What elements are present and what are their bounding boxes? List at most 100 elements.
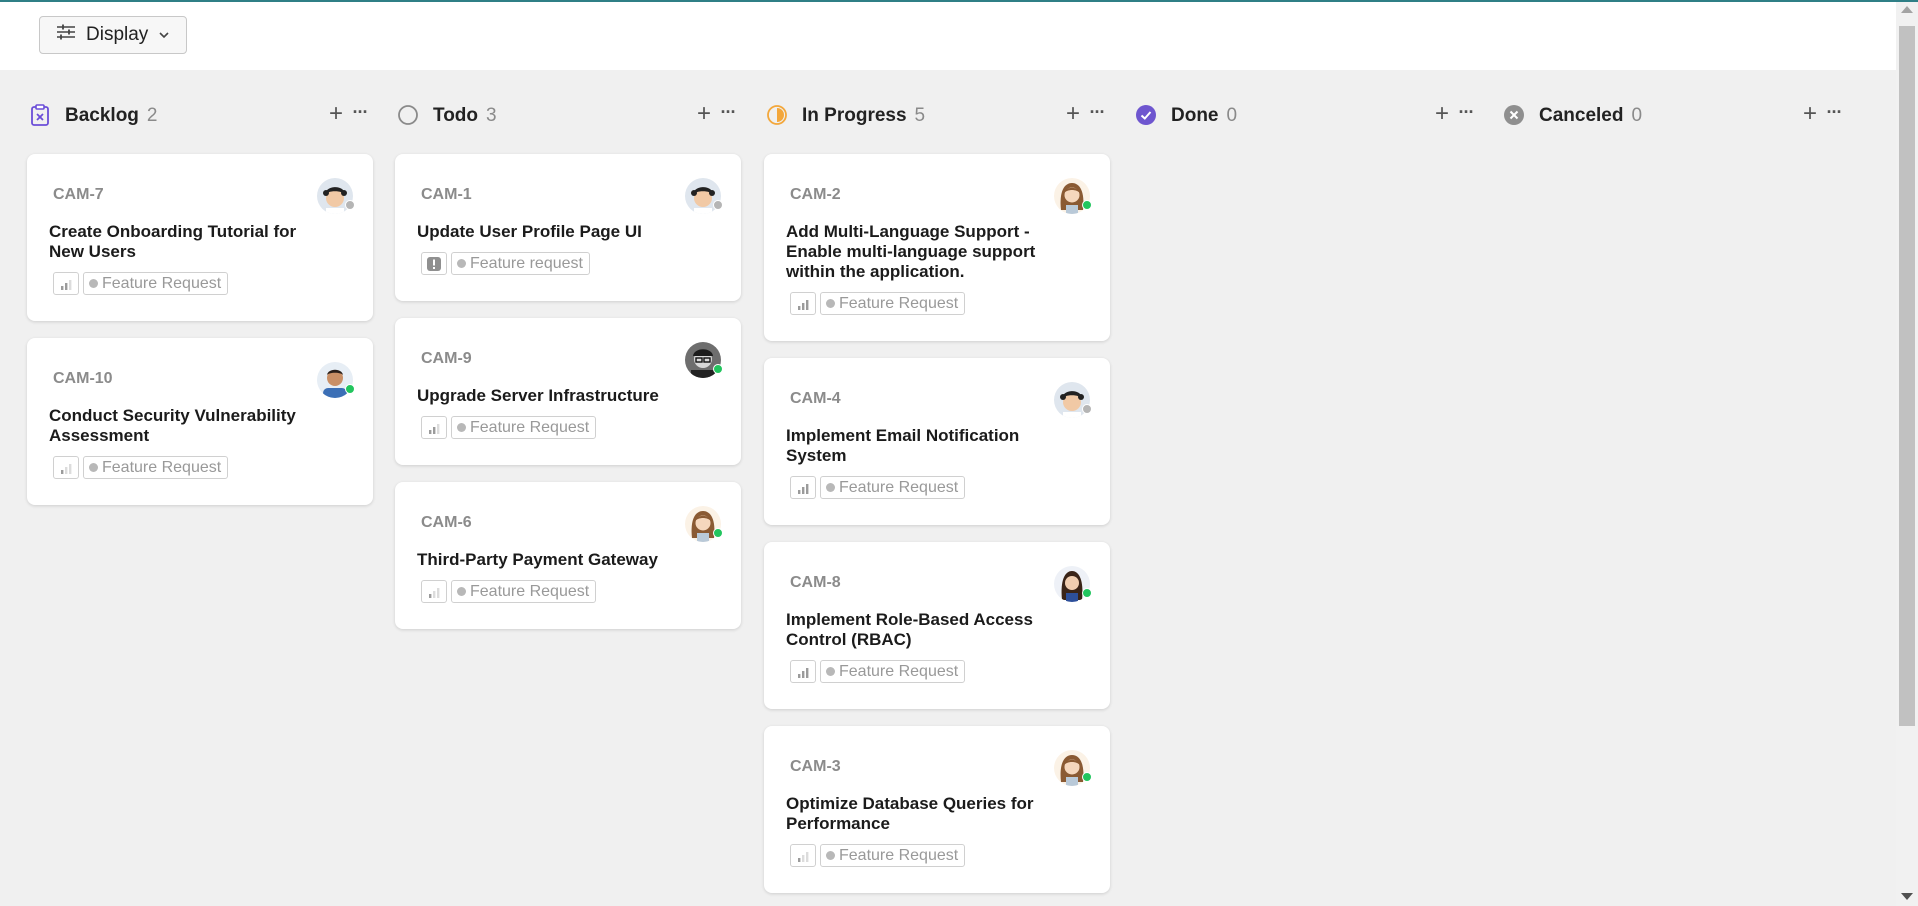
assignee-avatar[interactable] (1054, 178, 1092, 214)
column-in-progress: In Progress 5 + ··· CAM-2 Add Multi-Langu… (764, 70, 1110, 906)
scroll-up-arrow-icon[interactable] (1901, 6, 1913, 13)
issue-title: Third-Party Payment Gateway (417, 550, 658, 569)
column-title: Done 0 (1171, 105, 1237, 127)
presence-status-dot (345, 200, 355, 210)
add-issue-plus-icon[interactable]: + (325, 102, 347, 126)
label-badge[interactable]: Feature Request (820, 660, 966, 683)
column-todo: Todo 3 + ··· CAM-1 Update User Profile Pa… (395, 70, 741, 906)
issue-id: CAM-10 (53, 370, 113, 387)
low-priority-icon[interactable] (421, 580, 447, 603)
column-title: Backlog 2 (65, 105, 158, 127)
high-priority-icon[interactable] (790, 660, 816, 683)
more-options-icon[interactable]: ··· (717, 102, 739, 126)
assignee-avatar[interactable] (317, 362, 355, 398)
label-badge[interactable]: Feature request (451, 252, 590, 275)
more-options-icon[interactable]: ··· (1455, 102, 1477, 126)
column-name: In Progress (802, 105, 907, 126)
label-badge[interactable]: Feature Request (820, 476, 966, 499)
label-text: Feature Request (839, 662, 959, 680)
add-issue-plus-icon[interactable]: + (1062, 102, 1084, 126)
assignee-avatar[interactable] (1054, 566, 1092, 602)
sliders-icon (56, 24, 76, 46)
column-header: Todo 3 + ··· (395, 98, 741, 132)
label-text: Feature Request (470, 418, 590, 436)
label-badge[interactable]: Feature Request (83, 272, 229, 295)
label-text: Feature Request (102, 274, 222, 292)
presence-status-dot (713, 364, 723, 374)
low-priority-icon[interactable] (53, 456, 79, 479)
label-badge[interactable]: Feature Request (820, 844, 966, 867)
column-header: Backlog 2 + ··· (27, 98, 373, 132)
scrollbar-thumb[interactable] (1899, 26, 1915, 726)
display-button[interactable]: Display (39, 16, 187, 54)
kanban-board: Backlog 2 + ··· CAM-7 Create Onboarding T… (0, 70, 1896, 906)
assignee-avatar[interactable] (1054, 382, 1092, 418)
issue-card[interactable]: CAM-7 Create Onboarding Tutorial for New… (27, 154, 373, 321)
column-count: 0 (1226, 105, 1238, 126)
add-issue-plus-icon[interactable]: + (693, 102, 715, 126)
label-text: Feature Request (102, 458, 222, 476)
column-title: Canceled 0 (1539, 105, 1642, 127)
add-issue-plus-icon[interactable]: + (1431, 102, 1453, 126)
issue-card[interactable]: CAM-1 Update User Profile Page UI Featur… (395, 154, 741, 301)
issue-tags: Feature Request (790, 292, 966, 315)
assignee-avatar[interactable] (685, 506, 723, 542)
label-badge[interactable]: Feature Request (451, 416, 597, 439)
label-badge[interactable]: Feature Request (451, 580, 597, 603)
issue-tags: Feature Request (53, 272, 229, 295)
column-count: 2 (146, 105, 158, 126)
issue-id: CAM-9 (421, 350, 472, 367)
medium-priority-icon[interactable] (53, 272, 79, 295)
column-header: Canceled 0 + ··· (1501, 98, 1847, 132)
more-options-icon[interactable]: ··· (1823, 102, 1845, 126)
issue-card[interactable]: CAM-2 Add Multi-Language Support - Enabl… (764, 154, 1110, 341)
issue-id: CAM-3 (790, 758, 841, 775)
scroll-down-arrow-icon[interactable] (1901, 893, 1913, 900)
issue-id: CAM-4 (790, 390, 841, 407)
assignee-avatar[interactable] (1054, 750, 1092, 786)
issue-title: Create Onboarding Tutorial for New Users (49, 222, 297, 261)
label-dot-icon (826, 299, 835, 308)
label-dot-icon (457, 423, 466, 432)
presence-status-dot (1082, 404, 1092, 414)
more-options-icon[interactable]: ··· (349, 102, 371, 126)
label-text: Feature Request (470, 582, 590, 600)
presence-status-dot (713, 200, 723, 210)
issue-tags: Feature Request (790, 660, 966, 683)
label-dot-icon (826, 483, 835, 492)
issue-card[interactable]: CAM-3 Optimize Database Queries for Perf… (764, 726, 1110, 893)
toolbar: Display (0, 2, 1896, 70)
issue-card[interactable]: CAM-8 Implement Role-Based Access Contro… (764, 542, 1110, 709)
issue-card[interactable]: CAM-6 Third-Party Payment Gateway Featur… (395, 482, 741, 629)
label-badge[interactable]: Feature Request (83, 456, 229, 479)
issue-card[interactable]: CAM-9 Upgrade Server Infrastructure Feat… (395, 318, 741, 465)
column-count: 3 (486, 105, 497, 126)
label-text: Feature Request (839, 846, 959, 864)
issue-card[interactable]: CAM-4 Implement Email Notification Syste… (764, 358, 1110, 525)
column-count: 0 (1631, 105, 1643, 126)
issue-id: CAM-6 (421, 514, 472, 531)
medium-priority-icon[interactable] (421, 416, 447, 439)
issue-id: CAM-7 (53, 186, 104, 203)
presence-status-dot (1082, 200, 1092, 210)
issue-tags: Feature request (421, 252, 590, 275)
column-canceled: Canceled 0 + ··· (1501, 70, 1847, 906)
more-options-icon[interactable]: ··· (1086, 102, 1108, 126)
issue-title: Upgrade Server Infrastructure (417, 386, 659, 405)
high-priority-icon[interactable] (790, 292, 816, 315)
assignee-avatar[interactable] (685, 342, 723, 378)
assignee-avatar[interactable] (317, 178, 355, 214)
label-badge[interactable]: Feature Request (820, 292, 966, 315)
column-header: Done 0 + ··· (1133, 98, 1479, 132)
issue-card[interactable]: CAM-10 Conduct Security Vulnerability As… (27, 338, 373, 505)
column-backlog: Backlog 2 + ··· CAM-7 Create Onboarding T… (27, 70, 373, 906)
urgent-priority-icon[interactable] (421, 252, 447, 275)
presence-status-dot (345, 384, 355, 394)
label-dot-icon (826, 667, 835, 676)
high-priority-icon[interactable] (790, 476, 816, 499)
add-issue-plus-icon[interactable]: + (1799, 102, 1821, 126)
presence-status-dot (713, 528, 723, 538)
assignee-avatar[interactable] (685, 178, 723, 214)
low-priority-icon[interactable] (790, 844, 816, 867)
chevron-down-icon (158, 31, 170, 39)
